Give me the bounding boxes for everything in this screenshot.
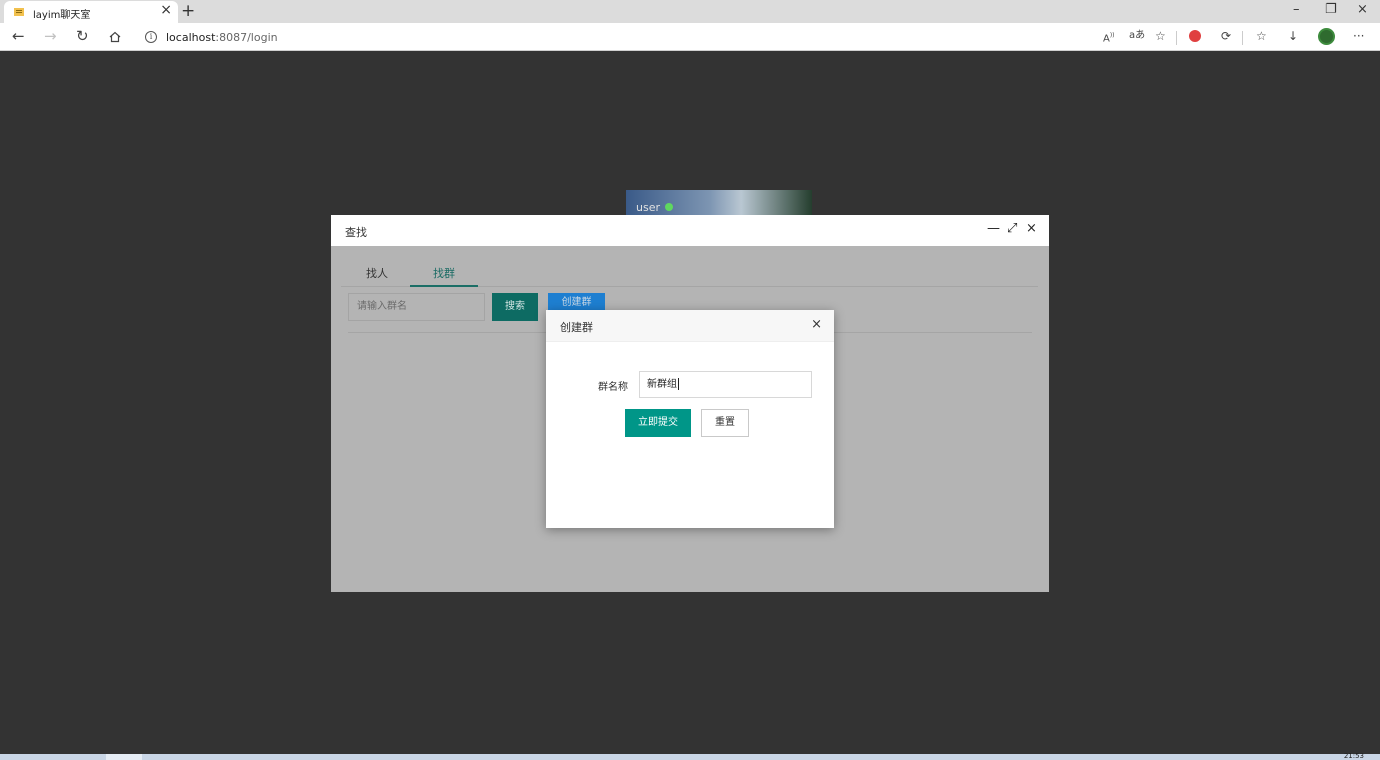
toolbar-divider bbox=[1242, 31, 1243, 45]
taskbar-item[interactable] bbox=[106, 754, 142, 760]
minimize-icon[interactable]: — bbox=[987, 221, 1000, 236]
tab-find-group[interactable]: 找群 bbox=[433, 265, 455, 281]
find-window-title: 查找 bbox=[345, 226, 367, 239]
tab-title: layim聊天室 bbox=[33, 10, 91, 21]
tab-find-people[interactable]: 找人 bbox=[366, 265, 388, 281]
find-window-titlebar: 查找 — ⤢ × bbox=[331, 215, 1049, 246]
text-caret bbox=[678, 378, 679, 390]
download-icon[interactable]: ↓ bbox=[1288, 29, 1298, 43]
url-host: localhost bbox=[166, 31, 216, 44]
dialog-header: 创建群 × bbox=[546, 310, 834, 342]
panel-username: user bbox=[636, 201, 660, 214]
group-name-label: 群名称 bbox=[598, 382, 628, 393]
maximize-icon[interactable]: ⤢ bbox=[1007, 221, 1017, 236]
dialog-close-icon[interactable]: × bbox=[811, 317, 822, 332]
layim-favicon-icon bbox=[14, 8, 24, 16]
close-icon[interactable]: × bbox=[1026, 221, 1037, 236]
home-icon[interactable] bbox=[109, 31, 121, 43]
more-menu-icon[interactable]: ··· bbox=[1353, 29, 1364, 43]
browser-toolbar: ← → ↻ i localhost:8087/login A)) aあ ☆ ⟳ … bbox=[0, 23, 1380, 51]
online-status-icon bbox=[665, 203, 673, 211]
url-path: :8087/login bbox=[215, 31, 278, 44]
taskbar-clock: 21:53 bbox=[1343, 752, 1364, 760]
refresh-icon[interactable]: ↻ bbox=[76, 28, 89, 44]
profile-avatar[interactable] bbox=[1318, 28, 1335, 45]
translate-icon[interactable]: aあ bbox=[1129, 29, 1145, 43]
back-icon[interactable]: ← bbox=[12, 28, 25, 44]
window-close-icon[interactable]: × bbox=[1357, 2, 1368, 17]
favorites-icon[interactable]: ☆ bbox=[1256, 29, 1267, 43]
tab-close-icon[interactable]: × bbox=[160, 2, 172, 18]
favorite-add-icon[interactable]: ☆ bbox=[1155, 29, 1166, 43]
reset-button[interactable]: 重置 bbox=[701, 409, 749, 437]
url-field[interactable]: localhost:8087/login bbox=[166, 31, 278, 44]
find-tabs: 找人 找群 bbox=[341, 256, 1038, 287]
browser-tab-strip: layim聊天室 × + – ❐ × bbox=[0, 0, 1380, 23]
new-tab-icon[interactable]: + bbox=[181, 0, 195, 22]
window-minimize-icon[interactable]: – bbox=[1293, 2, 1300, 17]
submit-button[interactable]: 立即提交 bbox=[625, 409, 691, 437]
forward-icon: → bbox=[44, 27, 57, 45]
extension-badge-icon[interactable] bbox=[1189, 30, 1201, 42]
toolbar-divider bbox=[1176, 31, 1177, 45]
active-tab-indicator bbox=[410, 285, 478, 287]
create-group-dialog: 创建群 × 群名称 新群组 立即提交 重置 bbox=[546, 310, 834, 528]
site-info-icon[interactable]: i bbox=[145, 31, 157, 43]
dialog-title: 创建群 bbox=[560, 321, 593, 334]
window-restore-icon[interactable]: ❐ bbox=[1325, 2, 1337, 17]
layim-main-panel[interactable]: user bbox=[626, 190, 812, 216]
search-button[interactable]: 搜索 bbox=[492, 293, 538, 321]
group-name-value: 新群组 bbox=[647, 379, 677, 390]
extensions-icon[interactable]: ⟳ bbox=[1221, 29, 1231, 43]
group-name-input[interactable]: 新群组 bbox=[639, 371, 812, 398]
read-aloud-icon[interactable]: A)) bbox=[1103, 29, 1115, 46]
browser-tab[interactable]: layim聊天室 × bbox=[4, 1, 178, 23]
group-search-input[interactable]: 请输入群名 bbox=[348, 293, 485, 321]
taskbar: 21:53 bbox=[0, 752, 1380, 760]
